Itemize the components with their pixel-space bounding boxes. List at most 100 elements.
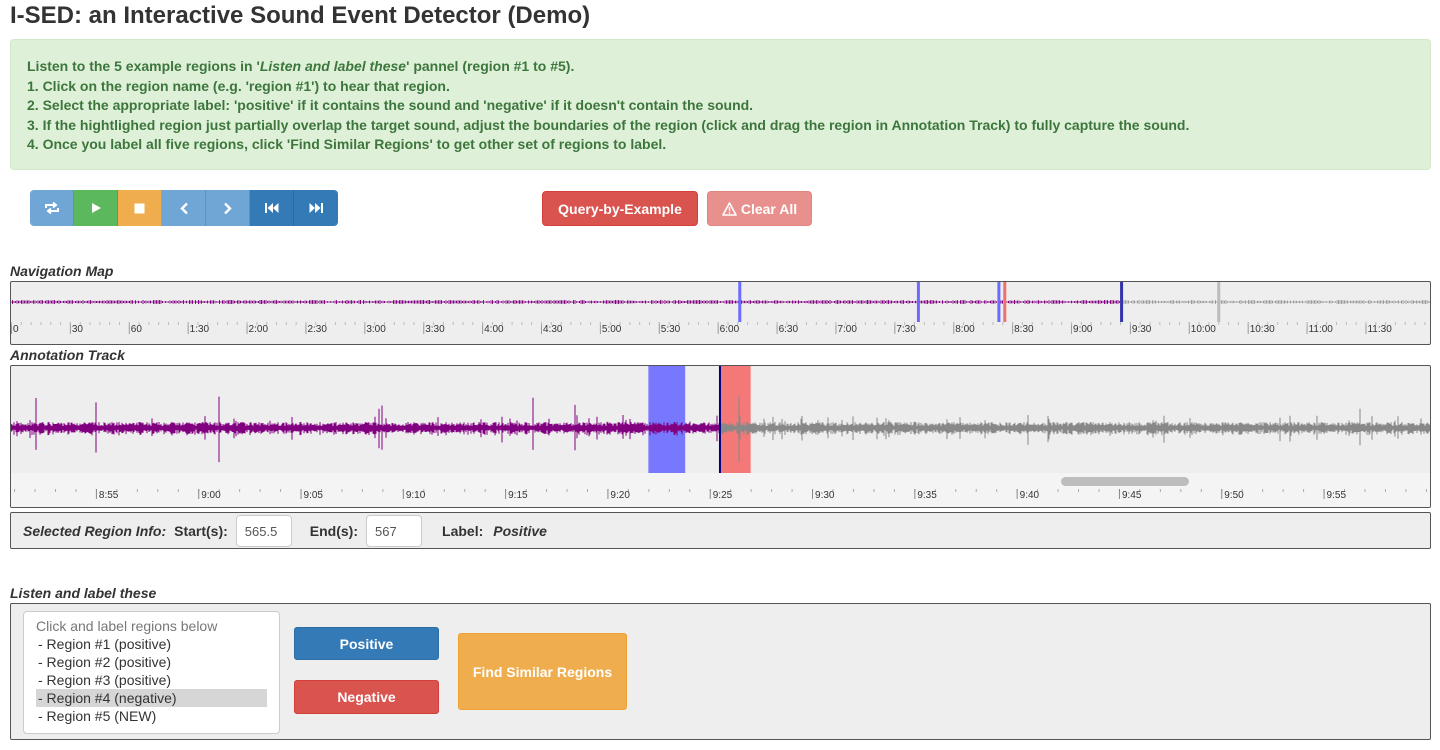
list-item[interactable]: - Region #5 (NEW) xyxy=(36,707,267,725)
playback-controls xyxy=(30,190,338,226)
chevron-right-icon xyxy=(223,202,232,214)
nav-tick-label: 6:00 xyxy=(720,324,740,335)
list-item[interactable]: - Region #4 (negative) xyxy=(36,689,267,707)
nav-tick-label: 8:30 xyxy=(1014,324,1034,335)
annotation-tick-label: 9:40 xyxy=(1020,490,1040,501)
annotation-tick-label: 9:05 xyxy=(304,490,324,501)
annotation-track-canvas[interactable]: 8:55 9:00 9:05 9:10 9:15 9:20 9:25 9:30 9:35 9:40… xyxy=(11,366,1431,508)
annotation-tick-label: 9:50 xyxy=(1224,490,1244,501)
list-item[interactable]: - Region #1 (positive) xyxy=(36,635,267,653)
navigation-map[interactable]: 0 30 60 1:30 2:00 2:30 3:00 3:30 4:00 4:30 5:00 5:3… xyxy=(10,281,1431,345)
label-value: Positive xyxy=(493,523,547,539)
find-similar-regions-button[interactable]: Find Similar Regions xyxy=(458,633,627,710)
repeat-icon xyxy=(44,201,59,215)
annotation-scrollbar xyxy=(1061,477,1189,486)
nav-tick-label: 0 xyxy=(13,324,19,335)
positive-button[interactable]: Positive xyxy=(294,627,439,660)
nav-waveform-unplayed xyxy=(1122,300,1430,304)
annotation-tick-label: 9:30 xyxy=(815,490,835,501)
annotation-tick-label: 9:25 xyxy=(713,490,733,501)
navigation-map-canvas[interactable]: 0 30 60 1:30 2:00 2:30 3:00 3:30 4:00 4:30 5:00 5:3… xyxy=(11,282,1431,345)
nav-timeline: 0 30 60 1:30 2:00 2:30 3:00 3:30 4:00 4:30 5:00 5:3… xyxy=(11,322,1426,335)
selected-region-info: Selected Region Info: Start(s): End(s): … xyxy=(10,512,1431,549)
nav-tick-label: 5:30 xyxy=(661,324,681,335)
nav-tick-label: 5:00 xyxy=(602,324,622,335)
annotation-tick-label: 9:20 xyxy=(610,490,630,501)
instructions-alert: Listen to the 5 example regions in 'List… xyxy=(10,39,1431,170)
nav-tick-label: 7:00 xyxy=(837,324,857,335)
nav-tick-label: 10:00 xyxy=(1191,324,1216,335)
annotation-tick-label: 9:45 xyxy=(1122,490,1142,501)
end-label: End(s): xyxy=(309,523,359,539)
playhead-cursor xyxy=(718,366,721,473)
nav-tick-label: 7:30 xyxy=(896,324,916,335)
nav-tick-label: 3:00 xyxy=(366,324,386,335)
nav-tick-label: 30 xyxy=(72,324,84,335)
nav-region-marker xyxy=(1120,282,1124,322)
nav-tick-label: 9:00 xyxy=(1073,324,1093,335)
nav-tick-label: 9:30 xyxy=(1132,324,1152,335)
instruction-line-1: Listen to the 5 example regions in 'List… xyxy=(27,58,575,74)
nav-tick-label: 3:30 xyxy=(425,324,445,335)
negative-button[interactable]: Negative xyxy=(294,680,439,714)
list-item[interactable]: - Region #2 (positive) xyxy=(36,653,267,671)
nav-tick-label: 1:30 xyxy=(190,324,210,335)
nav-tick-label: 4:30 xyxy=(543,324,563,335)
start-label: Start(s): xyxy=(174,523,228,539)
annotation-waveform-unplayed xyxy=(719,396,1430,463)
clear-all-button[interactable]: Clear All xyxy=(707,191,812,226)
nav-region-marker xyxy=(916,282,920,322)
nav-tick-label: 2:00 xyxy=(249,324,269,335)
chevron-left-icon xyxy=(179,202,188,214)
red-region xyxy=(719,366,751,473)
annotation-track-title: Annotation Track xyxy=(10,347,125,363)
annotation-waveform-played xyxy=(11,396,720,463)
annotation-track[interactable]: 8:55 9:00 9:05 9:10 9:15 9:20 9:25 9:30 9:35 9:40… xyxy=(10,365,1431,508)
nav-region-marker xyxy=(738,282,742,322)
end-input[interactable] xyxy=(366,515,423,547)
next-button[interactable] xyxy=(206,190,250,226)
nav-tick-label: 2:30 xyxy=(307,324,327,335)
stop-icon xyxy=(134,203,145,213)
nav-tick-label: 6:30 xyxy=(779,324,799,335)
instruction-line-2: 1. Click on the region name (e.g. 'regio… xyxy=(27,77,450,94)
instruction-line-4: 3. If the hightlighed region just partia… xyxy=(27,116,1190,133)
nav-tick-label: 11:30 xyxy=(1367,324,1392,335)
annotation-tick-label: 8:55 xyxy=(99,490,119,501)
play-button[interactable] xyxy=(74,190,118,226)
listen-label-title: Listen and label these xyxy=(10,585,157,601)
nav-tick-label: 8:00 xyxy=(955,324,975,335)
label-label: Label: xyxy=(442,523,484,539)
nav-region-marker xyxy=(997,282,1001,322)
nav-tick-label: 60 xyxy=(131,324,143,335)
annotation-tick-label: 9:55 xyxy=(1327,490,1347,501)
annotation-tick-label: 9:10 xyxy=(406,490,426,501)
listen-and-label-panel: Click and label regions below - Region #… xyxy=(10,603,1431,740)
navigation-map-title: Navigation Map xyxy=(10,263,114,279)
fast-backward-icon xyxy=(265,203,279,213)
clear-all-label: Clear All xyxy=(740,200,798,217)
blue-region xyxy=(648,366,686,473)
loop-button[interactable] xyxy=(30,190,74,226)
previous-button[interactable] xyxy=(162,190,206,226)
annotation-tick-label: 9:00 xyxy=(201,490,221,501)
annotation-tick-label: 9:35 xyxy=(917,490,937,501)
play-icon xyxy=(91,203,101,213)
instruction-line-3: 2. Select the appropriate label: 'positi… xyxy=(27,97,754,114)
instruction-line-5: 4. Once you label all five regions, clic… xyxy=(27,136,667,153)
nav-waveform-played xyxy=(11,300,1122,304)
start-input[interactable] xyxy=(235,515,292,547)
nav-tick-label: 4:00 xyxy=(484,324,504,335)
annotation-tick-label: 9:15 xyxy=(508,490,528,501)
nav-tick-label: 11:00 xyxy=(1309,324,1334,335)
region-list[interactable]: Click and label regions below - Region #… xyxy=(23,611,280,734)
query-by-example-button[interactable]: Query-by-Example xyxy=(542,191,698,226)
skip-to-end-button[interactable] xyxy=(294,190,338,226)
nav-tick-label: 10:30 xyxy=(1250,324,1275,335)
region-info-title: Selected Region Info: xyxy=(23,523,167,539)
skip-to-start-button[interactable] xyxy=(250,190,294,226)
nav-region-marker xyxy=(1217,282,1221,322)
stop-button[interactable] xyxy=(118,190,162,226)
fast-forward-icon xyxy=(309,203,323,213)
list-item[interactable]: - Region #3 (positive) xyxy=(36,671,267,689)
